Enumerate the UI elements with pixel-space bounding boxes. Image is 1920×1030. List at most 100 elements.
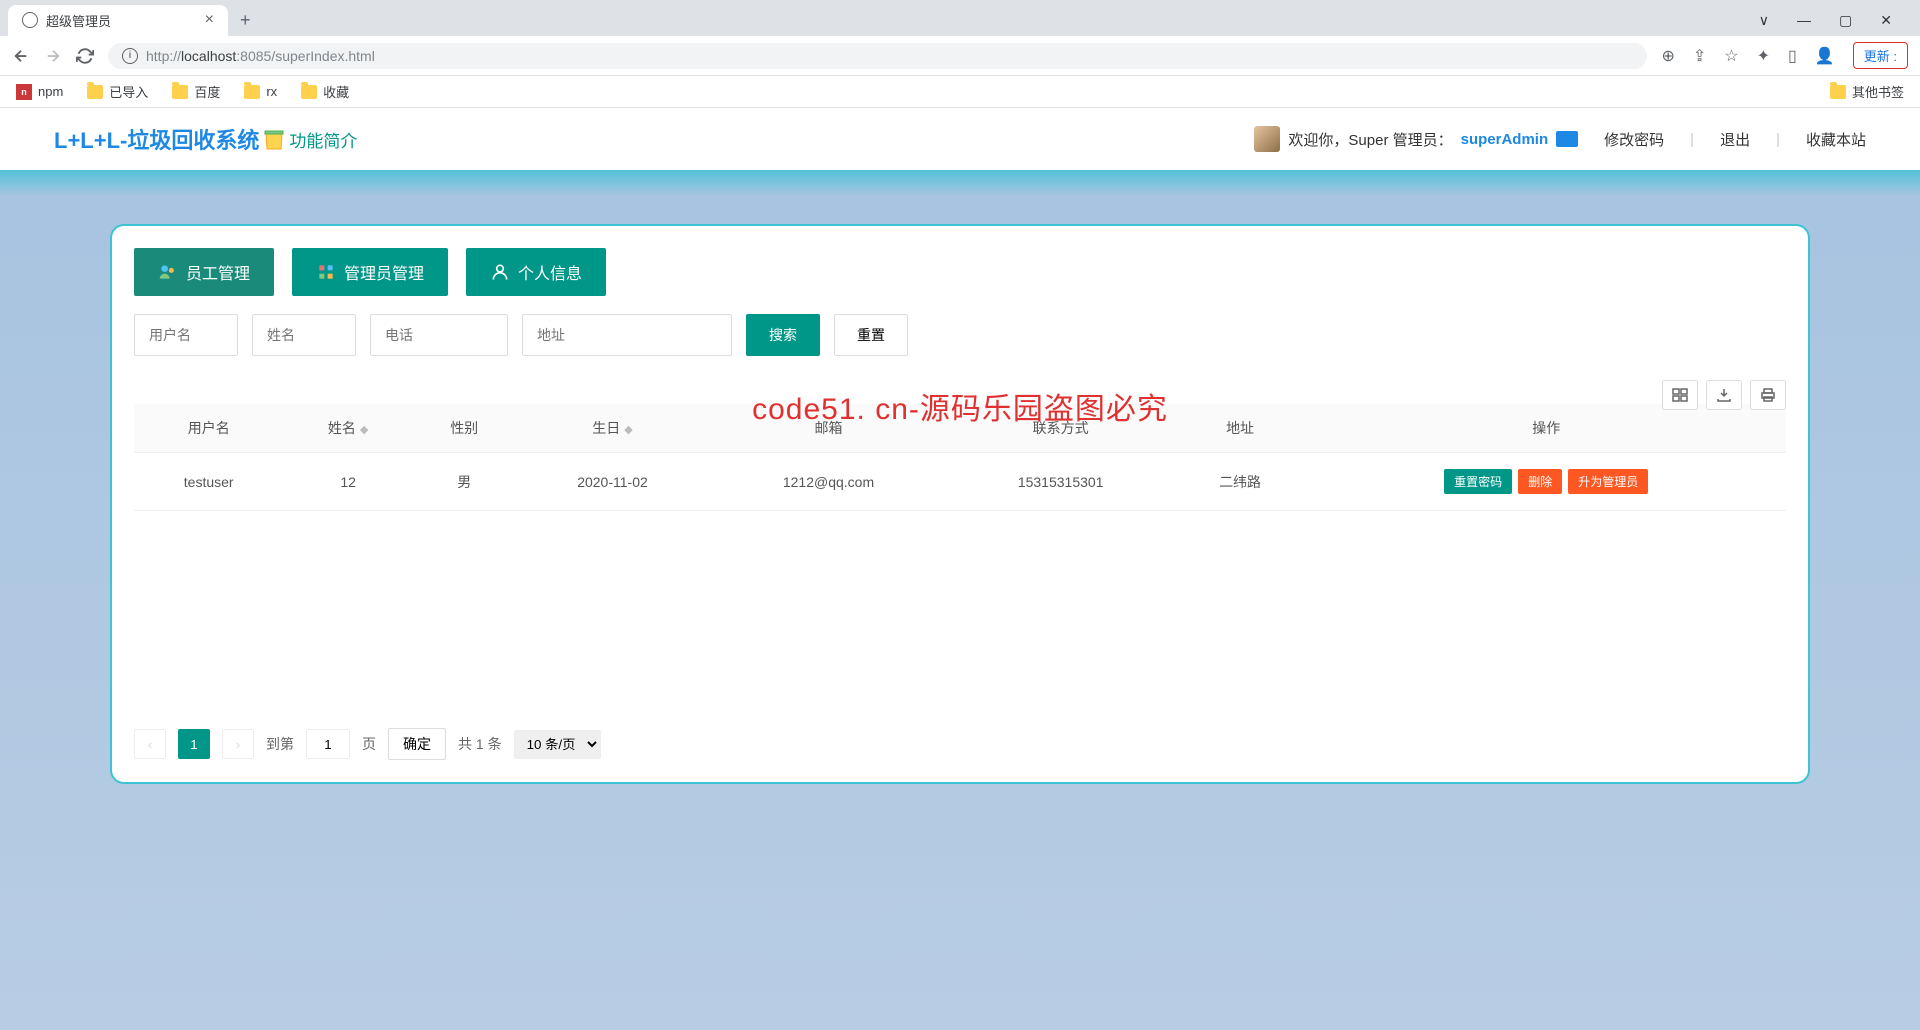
- logout-link[interactable]: 退出: [1720, 129, 1750, 150]
- close-window-icon[interactable]: ✕: [1880, 12, 1892, 29]
- minimize-icon[interactable]: —: [1797, 12, 1811, 29]
- chevron-down-icon[interactable]: ∨: [1759, 12, 1769, 29]
- search-name-input[interactable]: [252, 314, 356, 356]
- main-area: 员工管理 管理员管理 个人信息 搜索 重置 code51. cn-源码乐园盗图必…: [0, 170, 1920, 1030]
- change-password-link[interactable]: 修改密码: [1604, 129, 1664, 150]
- goto-suffix: 页: [362, 734, 376, 754]
- address-right: ⊕ ⇪ ☆ ✦ ▯ 👤 更新 :: [1661, 42, 1908, 69]
- page-size-select[interactable]: 10 条/页: [514, 730, 601, 759]
- bookmark-fav[interactable]: 收藏: [301, 82, 349, 101]
- goto-prefix: 到第: [266, 734, 294, 754]
- tab-staff[interactable]: 员工管理: [134, 248, 274, 296]
- folder-icon: [301, 85, 317, 99]
- window-controls: ∨ — ▢ ✕: [1759, 12, 1912, 29]
- app-logo: L+L+L-垃圾回收系统: [54, 123, 259, 155]
- address-bar: i http://localhost:8085/superIndex.html …: [0, 36, 1920, 76]
- prev-page-button[interactable]: ‹: [134, 729, 166, 759]
- content-panel: 员工管理 管理员管理 个人信息 搜索 重置 code51. cn-源码乐园盗图必…: [110, 224, 1810, 784]
- bookmark-bar: nnpm 已导入 百度 rx 收藏 其他书签: [0, 76, 1920, 108]
- reset-password-button[interactable]: 重置密码: [1444, 469, 1512, 494]
- col-email: 邮箱: [709, 404, 947, 453]
- info-icon[interactable]: i: [122, 48, 138, 64]
- url-text: http://localhost:8085/superIndex.html: [146, 48, 375, 64]
- trash-icon: [263, 127, 285, 151]
- col-gender: 性别: [413, 404, 516, 453]
- zoom-icon[interactable]: ⊕: [1661, 46, 1674, 66]
- col-name[interactable]: 姓名◆: [283, 404, 412, 453]
- maximize-icon[interactable]: ▢: [1839, 12, 1852, 29]
- cell-username: testuser: [134, 453, 283, 511]
- cell-name: 12: [283, 453, 412, 511]
- folder-icon: [1830, 85, 1846, 99]
- new-tab-button[interactable]: +: [240, 10, 251, 31]
- sort-icon: ◆: [360, 424, 368, 436]
- cell-email: 1212@qq.com: [709, 453, 947, 511]
- tab-nav: 员工管理 管理员管理 个人信息: [134, 248, 1786, 296]
- delete-button[interactable]: 删除: [1518, 469, 1562, 494]
- welcome-text: 欢迎你，Super 管理员： superAdmin: [1254, 126, 1578, 152]
- cell-contact: 15315315301: [948, 453, 1174, 511]
- cell-action: 重置密码 删除 升为管理员: [1306, 453, 1786, 511]
- profile-icon[interactable]: 👤: [1815, 46, 1835, 66]
- sort-icon: ◆: [624, 424, 632, 436]
- goto-page-input[interactable]: [306, 729, 350, 759]
- update-button[interactable]: 更新 :: [1853, 42, 1908, 69]
- folder-icon: [172, 85, 188, 99]
- extensions-icon[interactable]: ✦: [1757, 46, 1770, 66]
- export-icon[interactable]: [1706, 380, 1742, 410]
- globe-icon: [22, 12, 38, 28]
- col-address: 地址: [1174, 404, 1307, 453]
- url-input[interactable]: i http://localhost:8085/superIndex.html: [108, 43, 1647, 69]
- npm-icon: n: [16, 84, 32, 100]
- avatar: [1254, 126, 1280, 152]
- tab-profile[interactable]: 个人信息: [466, 248, 606, 296]
- header-right: 欢迎你，Super 管理员： superAdmin 修改密码 | 退出 | 收藏…: [1254, 126, 1866, 152]
- columns-icon[interactable]: [1662, 380, 1698, 410]
- bookmark-baidu[interactable]: 百度: [172, 82, 220, 101]
- search-username-input[interactable]: [134, 314, 238, 356]
- users-icon: [158, 262, 178, 282]
- cell-gender: 男: [413, 453, 516, 511]
- search-row: 搜索 重置: [134, 314, 1786, 356]
- search-address-input[interactable]: [522, 314, 732, 356]
- search-button[interactable]: 搜索: [746, 314, 820, 356]
- pagination: ‹ 1 › 到第 页 确定 共 1 条 10 条/页: [134, 728, 601, 760]
- bookmark-rx[interactable]: rx: [244, 84, 277, 99]
- print-icon[interactable]: [1750, 380, 1786, 410]
- tab-title: 超级管理员: [46, 11, 111, 30]
- reload-icon[interactable]: [76, 47, 94, 65]
- folder-icon: [244, 85, 260, 99]
- favorite-link[interactable]: 收藏本站: [1806, 129, 1866, 150]
- feature-link[interactable]: 功能简介: [289, 127, 357, 152]
- close-tab-icon[interactable]: ×: [205, 11, 214, 29]
- search-phone-input[interactable]: [370, 314, 508, 356]
- tab-bar: 超级管理员 × + ∨ — ▢ ✕: [0, 0, 1920, 36]
- admin-name: superAdmin: [1461, 131, 1549, 148]
- forward-icon[interactable]: [44, 47, 62, 65]
- next-page-button[interactable]: ›: [222, 729, 254, 759]
- tab-admin[interactable]: 管理员管理: [292, 248, 448, 296]
- person-icon: [490, 262, 510, 282]
- bookmark-npm[interactable]: nnpm: [16, 84, 63, 100]
- side-panel-icon[interactable]: ▯: [1788, 46, 1797, 66]
- page-1-button[interactable]: 1: [178, 729, 210, 759]
- folder-icon: [87, 85, 103, 99]
- browser-chrome: 超级管理员 × + ∨ — ▢ ✕ i http://localhost:808…: [0, 0, 1920, 108]
- app-header: L+L+L-垃圾回收系统 功能简介 欢迎你，Super 管理员： superAd…: [0, 108, 1920, 170]
- reset-button[interactable]: 重置: [834, 314, 908, 356]
- back-icon[interactable]: [12, 47, 30, 65]
- col-birthday[interactable]: 生日◆: [516, 404, 710, 453]
- promote-button[interactable]: 升为管理员: [1568, 469, 1648, 494]
- share-icon[interactable]: ⇪: [1693, 46, 1706, 66]
- col-contact: 联系方式: [948, 404, 1174, 453]
- bookmark-other[interactable]: 其他书签: [1830, 82, 1904, 101]
- table-toolbar: [1662, 380, 1786, 410]
- bookmark-imported[interactable]: 已导入: [87, 82, 148, 101]
- col-action: 操作: [1306, 404, 1786, 453]
- table-row: testuser 12 男 2020-11-02 1212@qq.com 153…: [134, 453, 1786, 511]
- goto-confirm-button[interactable]: 确定: [388, 728, 446, 760]
- star-icon[interactable]: ☆: [1724, 46, 1738, 66]
- browser-tab[interactable]: 超级管理员 ×: [8, 5, 228, 36]
- table-header-row: 用户名 姓名◆ 性别 生日◆ 邮箱 联系方式 地址 操作: [134, 404, 1786, 453]
- total-count: 共 1 条: [458, 734, 502, 754]
